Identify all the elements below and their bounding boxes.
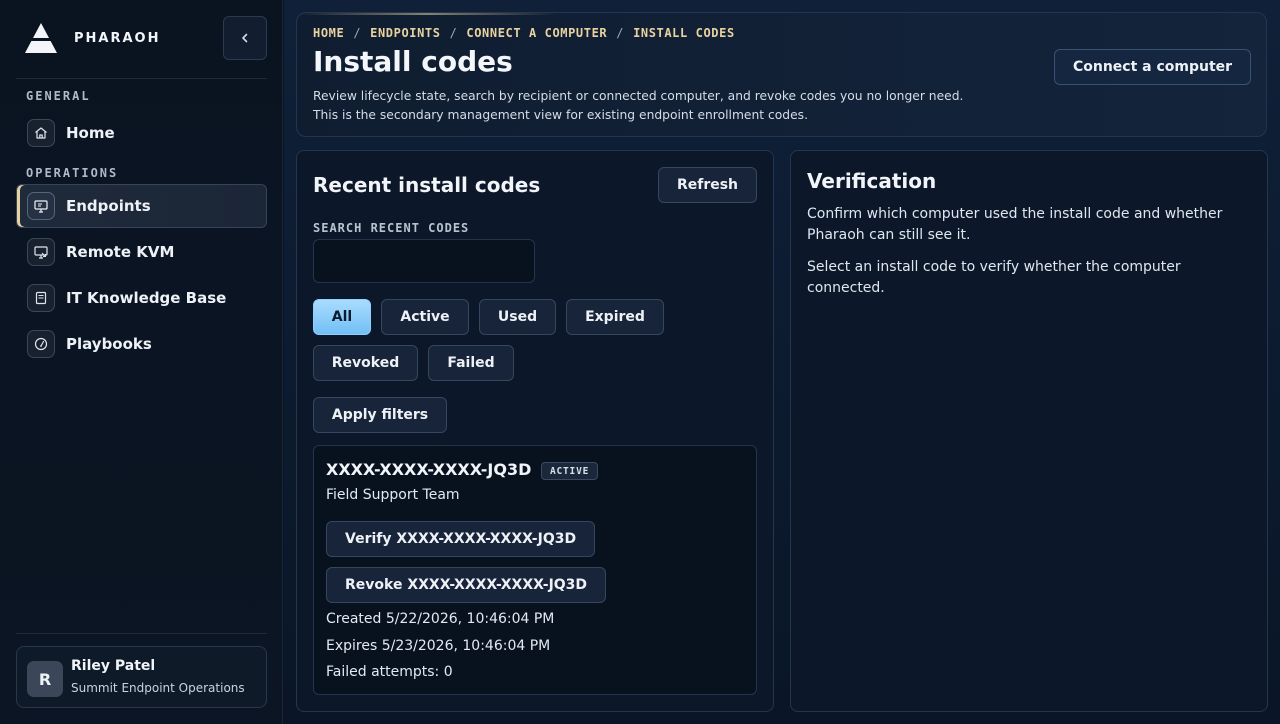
filter-revoked[interactable]: Revoked <box>313 345 418 381</box>
verify-code-button[interactable]: Verify XXXX-XXXX-XXXX-JQ3D <box>326 521 596 557</box>
avatar: R <box>27 661 63 697</box>
filter-used[interactable]: Used <box>479 299 556 335</box>
failed-attempts: Failed attempts: 0 <box>326 664 453 680</box>
breadcrumb-endpoints[interactable]: ENDPOINTS <box>370 26 440 40</box>
sidebar-divider <box>16 78 267 79</box>
page-description-line: This is the secondary management view fo… <box>313 108 808 122</box>
sidebar-item-label: Home <box>66 124 115 142</box>
section-label-operations: OPERATIONS <box>26 166 119 180</box>
filter-active[interactable]: Active <box>381 299 469 335</box>
breadcrumb-install-codes: INSTALL CODES <box>633 26 735 40</box>
sidebar-item-endpoints[interactable]: Endpoints <box>16 184 267 228</box>
refresh-button[interactable]: Refresh <box>658 167 757 203</box>
sidebar-item-playbooks[interactable]: Playbooks <box>16 322 267 366</box>
main-content: HOME / ENDPOINTS / CONNECT A COMPUTER / … <box>284 0 1280 724</box>
connect-computer-button[interactable]: Connect a computer <box>1054 49 1251 85</box>
remote-screen-icon <box>27 238 55 266</box>
breadcrumb: HOME / ENDPOINTS / CONNECT A COMPUTER / … <box>313 26 735 40</box>
page-title: Install codes <box>313 45 513 78</box>
sidebar-item-label: Endpoints <box>66 197 151 215</box>
book-icon <box>27 284 55 312</box>
expires-timestamp: Expires 5/23/2026, 10:46:04 PM <box>326 638 551 654</box>
sidebar-item-label: IT Knowledge Base <box>66 289 227 307</box>
revoke-code-button[interactable]: Revoke XXXX-XXXX-XXXX-JQ3D <box>326 567 607 603</box>
verification-title: Verification <box>807 169 937 193</box>
search-input[interactable] <box>313 239 535 283</box>
install-code-recipient: Field Support Team <box>326 487 460 503</box>
filter-failed[interactable]: Failed <box>428 345 514 381</box>
page-description: Review lifecycle state, search by recipi… <box>313 87 963 125</box>
recent-install-codes-panel: Recent install codes Refresh SEARCH RECE… <box>296 150 774 712</box>
breadcrumb-separator: / <box>616 26 625 40</box>
chevron-left-icon <box>242 33 248 43</box>
sidebar-item-home[interactable]: Home <box>16 111 267 155</box>
brand[interactable]: PHARAOH <box>24 22 160 54</box>
filter-expired[interactable]: Expired <box>566 299 664 335</box>
user-organization: Summit Endpoint Operations <box>71 681 245 695</box>
user-name: Riley Patel <box>71 658 156 674</box>
section-label-general: GENERAL <box>26 89 91 103</box>
sidebar-item-remote-kvm[interactable]: Remote KVM <box>16 230 267 274</box>
filter-all[interactable]: All <box>313 299 371 335</box>
brand-name: PHARAOH <box>74 30 161 46</box>
verification-empty-state: Select an install code to verify whether… <box>807 259 1181 296</box>
install-code-card: XXXX-XXXX-XXXX-JQ3D ACTIVE Field Support… <box>313 445 757 695</box>
breadcrumb-home[interactable]: HOME <box>313 26 344 40</box>
pharaoh-logo-icon <box>24 22 58 54</box>
sidebar: PHARAOH GENERAL Home OPERATIONS Endpoint… <box>0 0 283 724</box>
verification-panel: Verification Confirm which computer used… <box>790 150 1268 712</box>
sidebar-item-it-knowledge-base[interactable]: IT Knowledge Base <box>16 276 267 320</box>
breadcrumb-separator: / <box>449 26 458 40</box>
apply-filters-button[interactable]: Apply filters <box>313 397 447 433</box>
collapse-sidebar-button[interactable] <box>223 16 267 60</box>
home-icon <box>27 119 55 147</box>
panel-title: Recent install codes <box>313 173 541 197</box>
page-description-line: Review lifecycle state, search by recipi… <box>313 89 964 103</box>
gauge-icon <box>27 330 55 358</box>
sidebar-divider <box>16 633 267 634</box>
user-card[interactable]: R Riley Patel Summit Endpoint Operations <box>16 646 267 708</box>
breadcrumb-connect-a-computer[interactable]: CONNECT A COMPUTER <box>466 26 607 40</box>
verification-intro: Confirm which computer used the install … <box>807 206 1223 243</box>
search-label: SEARCH RECENT CODES <box>313 221 470 235</box>
page-header: HOME / ENDPOINTS / CONNECT A COMPUTER / … <box>296 12 1267 137</box>
sidebar-item-label: Playbooks <box>66 335 152 353</box>
created-timestamp: Created 5/22/2026, 10:46:04 PM <box>326 611 555 627</box>
status-badge: ACTIVE <box>541 462 599 480</box>
install-code-value: XXXX-XXXX-XXXX-JQ3D <box>326 460 532 479</box>
monitor-icon <box>27 192 55 220</box>
breadcrumb-separator: / <box>353 26 362 40</box>
sidebar-item-label: Remote KVM <box>66 243 175 261</box>
